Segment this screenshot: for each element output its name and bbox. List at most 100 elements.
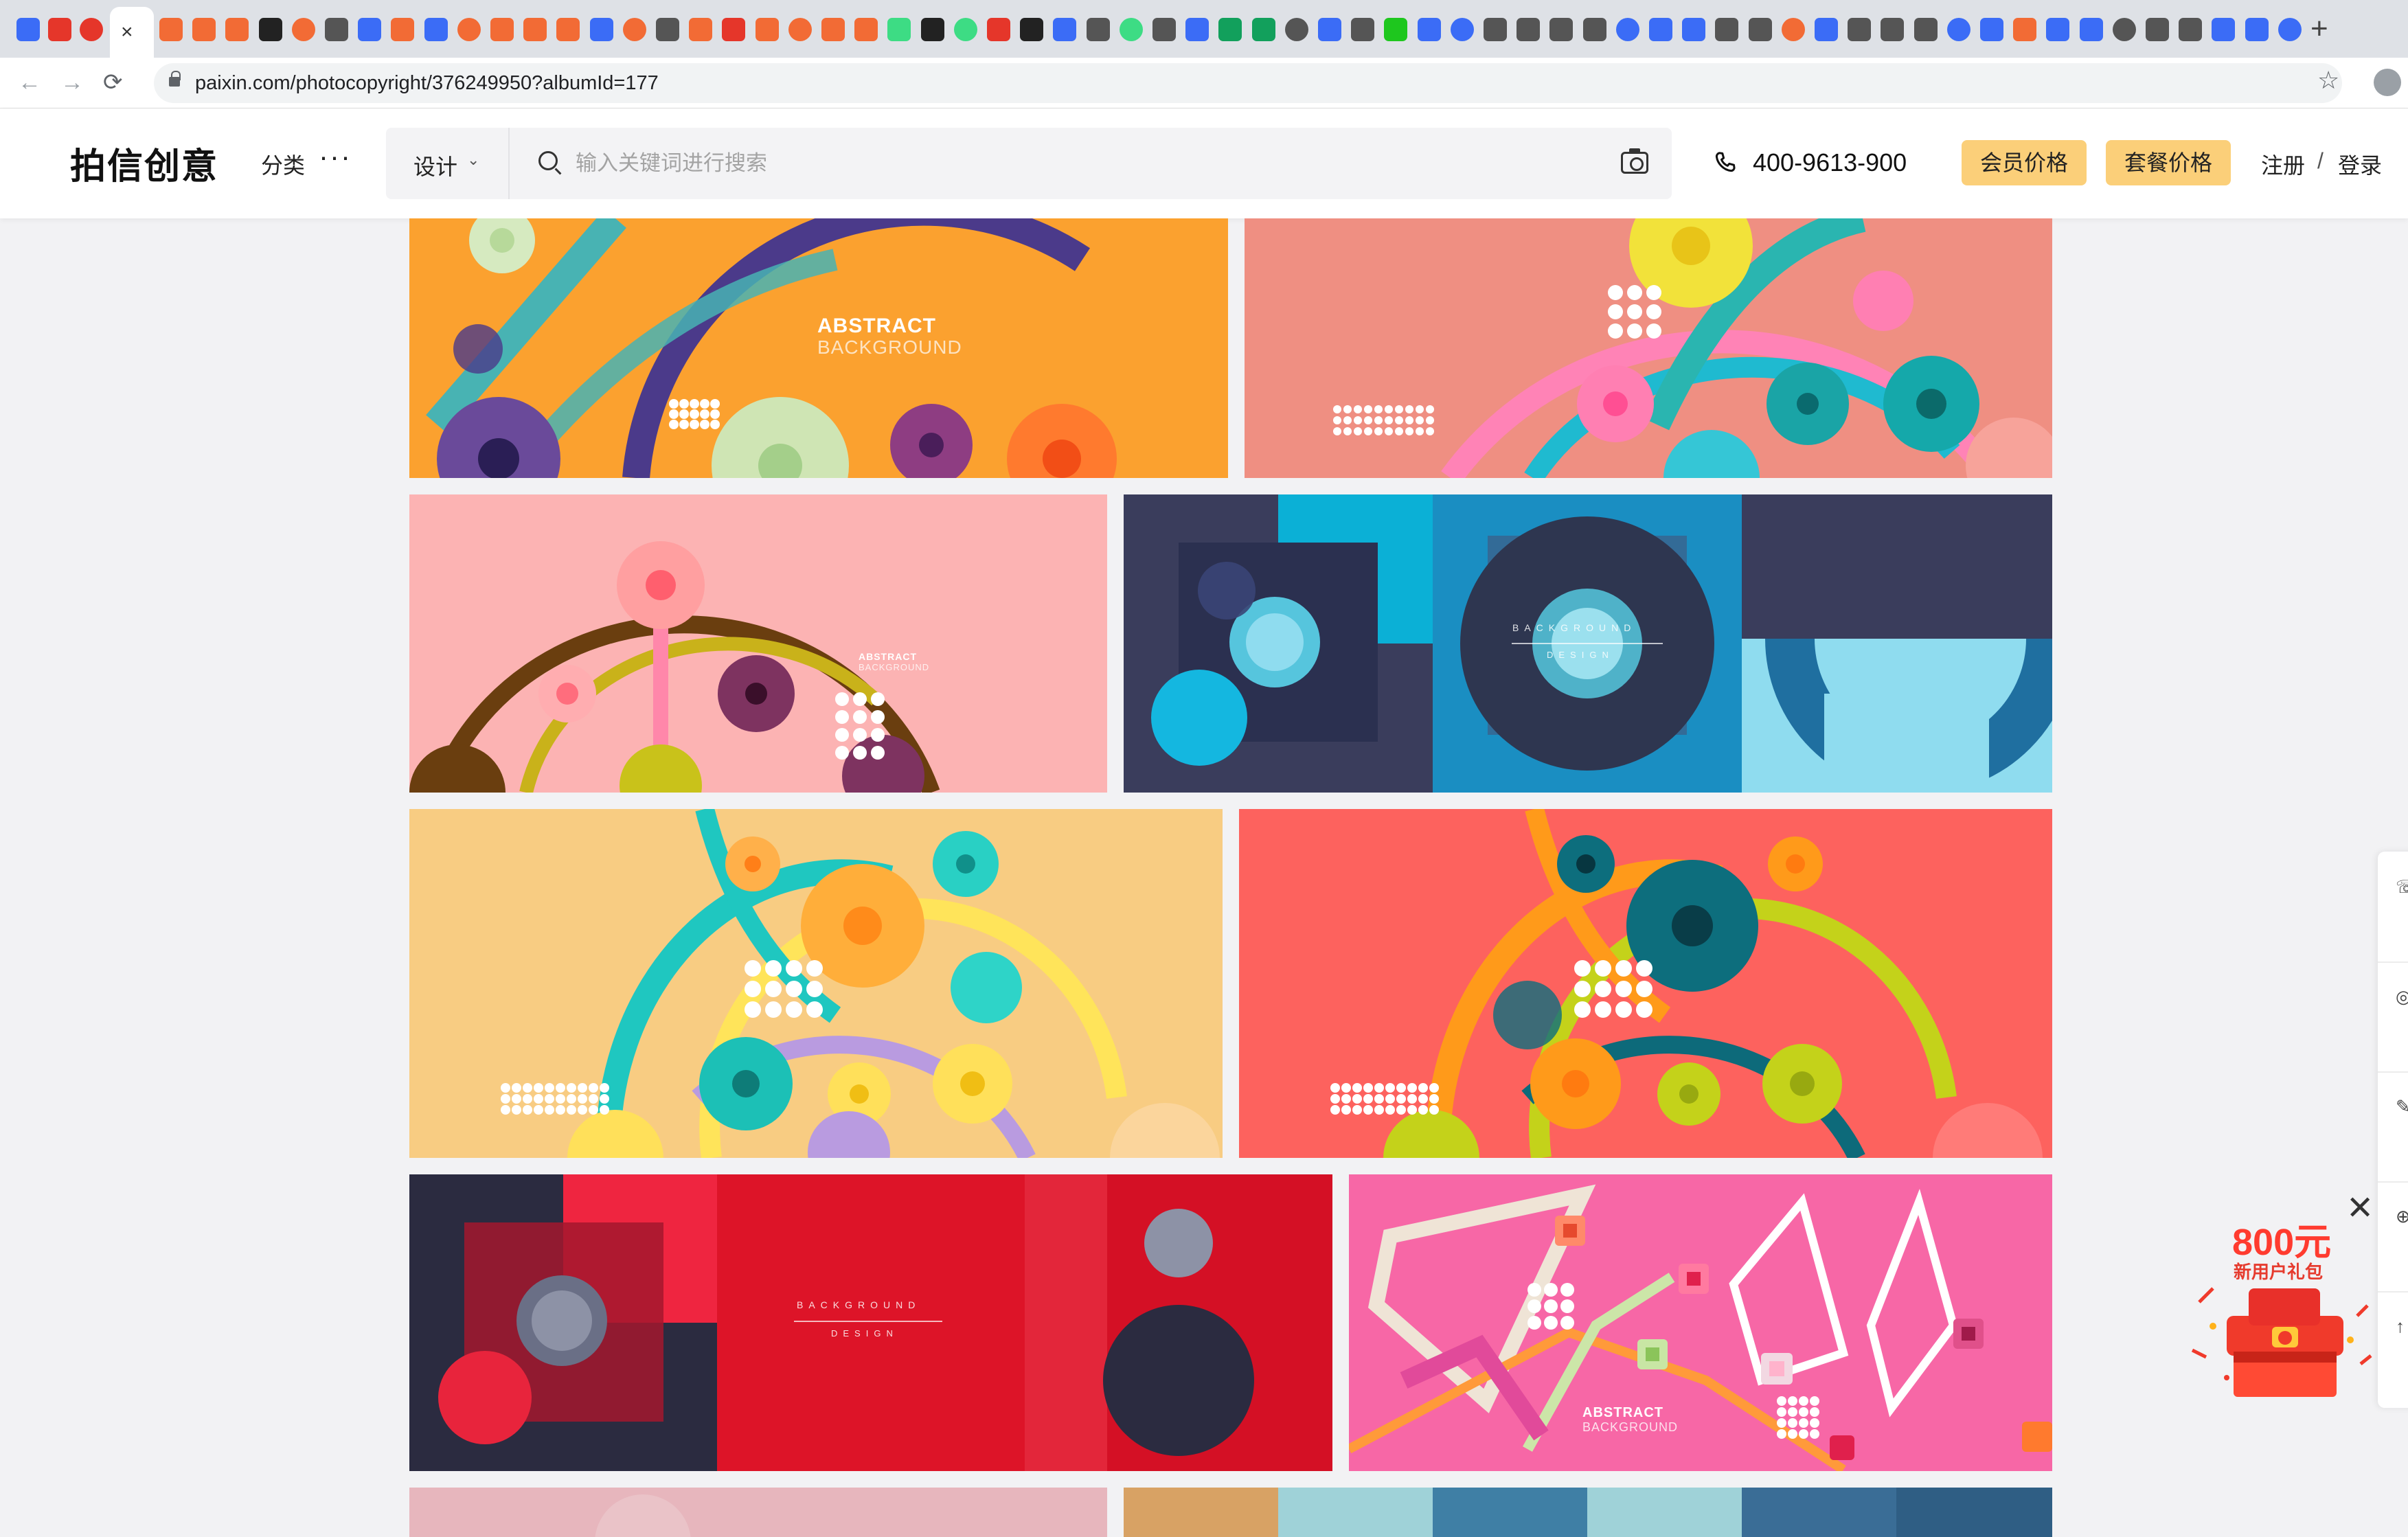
gallery-image[interactable]: ABSTRACT BACKGROUND xyxy=(1349,1174,2052,1471)
tab-favicon-icon[interactable] xyxy=(656,18,679,41)
tab-favicon-icon[interactable] xyxy=(1251,18,1275,41)
tab-favicon-icon[interactable] xyxy=(192,18,216,41)
tab-favicon-icon[interactable] xyxy=(1020,18,1044,41)
tab-favicon-icon[interactable] xyxy=(1715,18,1739,41)
bookmark-star-icon[interactable]: ☆ xyxy=(2317,66,2339,95)
tab-favicon-icon[interactable] xyxy=(622,18,646,41)
tab-favicon-icon[interactable] xyxy=(1218,18,1242,41)
tab-favicon-icon[interactable] xyxy=(1484,18,1507,41)
tab-favicon-icon[interactable] xyxy=(490,18,514,41)
feedback-icon[interactable]: ◎ xyxy=(2396,986,2408,1007)
tab-favicon-icon[interactable] xyxy=(325,18,348,41)
package-price-button[interactable]: 套餐价格 xyxy=(2106,140,2231,185)
tab-favicon-icon[interactable] xyxy=(1946,18,1970,41)
tab-favicon-icon[interactable] xyxy=(755,18,779,41)
tab-favicon-icon[interactable] xyxy=(1615,18,1639,41)
tab-favicon-icon[interactable] xyxy=(987,18,1010,41)
gallery-image[interactable]: BACKGROUND DESIGN xyxy=(409,1174,1332,1471)
search-input[interactable] xyxy=(576,146,1571,181)
address-bar[interactable]: paixin.com/photocopyright/376249950?albu… xyxy=(154,63,2342,103)
forward-icon[interactable]: → xyxy=(60,67,84,98)
tab-favicon-icon[interactable] xyxy=(1185,18,1209,41)
tab-favicon-icon[interactable] xyxy=(291,18,315,41)
tab-favicon-icon[interactable] xyxy=(2079,18,2103,41)
gallery-image[interactable] xyxy=(1245,218,2052,478)
member-price-button[interactable]: 会员价格 xyxy=(1962,140,2087,185)
tab-favicon-icon[interactable] xyxy=(788,18,812,41)
gallery-image[interactable] xyxy=(409,1488,1107,1537)
tab-favicon-icon[interactable] xyxy=(2046,18,2070,41)
tab-favicon-icon[interactable] xyxy=(722,18,746,41)
tab-favicon-icon[interactable] xyxy=(854,18,878,41)
search-type-dropdown[interactable]: 设计 ⌄ xyxy=(386,128,510,199)
tab-favicon-icon[interactable] xyxy=(1582,18,1606,41)
tab-favicon-icon[interactable] xyxy=(589,18,613,41)
tab-favicon-icon[interactable] xyxy=(1450,18,1474,41)
gallery-image[interactable] xyxy=(1124,1488,2052,1537)
tab-favicon-icon[interactable] xyxy=(2245,18,2269,41)
tab-favicon-icon[interactable] xyxy=(1351,18,1375,41)
tab-favicon-icon[interactable] xyxy=(887,18,911,41)
tab-favicon-icon[interactable] xyxy=(1549,18,1574,41)
tab-favicon-icon[interactable] xyxy=(1384,18,1408,41)
tab-favicon-icon[interactable] xyxy=(391,18,415,41)
tab-favicon-icon[interactable] xyxy=(1318,18,1341,41)
reload-icon[interactable]: ⟳ xyxy=(103,67,123,98)
tab-favicon-icon[interactable] xyxy=(48,18,71,41)
tab-favicon-icon[interactable] xyxy=(2212,18,2236,41)
close-icon[interactable]: ✕ xyxy=(2346,1192,2374,1225)
tab-favicon-icon[interactable] xyxy=(80,18,103,41)
camera-search-icon[interactable] xyxy=(1621,148,1648,174)
gallery-image[interactable] xyxy=(409,809,1223,1158)
profile-avatar[interactable] xyxy=(2374,69,2401,96)
tab-favicon-icon[interactable] xyxy=(1881,18,1905,41)
tab-favicon-icon[interactable] xyxy=(1152,18,1176,41)
tab-favicon-icon[interactable] xyxy=(1980,18,2003,41)
tab-favicon-icon[interactable] xyxy=(2013,18,2037,41)
tab-favicon-icon[interactable] xyxy=(556,18,580,41)
tab-favicon-icon[interactable] xyxy=(1913,18,1938,41)
tab-favicon-icon[interactable] xyxy=(953,18,977,41)
tab-favicon-icon[interactable] xyxy=(821,18,845,41)
tab-favicon-icon[interactable] xyxy=(16,18,40,41)
tab-favicon-icon[interactable] xyxy=(159,18,183,41)
gallery-image[interactable]: ABSTRACT BACKGROUND xyxy=(409,218,1228,478)
url-text[interactable]: paixin.com/photocopyright/376249950?albu… xyxy=(195,72,659,95)
tab-favicon-icon[interactable] xyxy=(920,18,944,41)
tab-favicon-icon[interactable] xyxy=(1848,18,1872,41)
tab-favicon-icon[interactable] xyxy=(424,18,448,41)
tab-favicon-icon[interactable] xyxy=(1517,18,1541,41)
tab-favicon-icon[interactable] xyxy=(1086,18,1110,41)
tab-favicon-icon[interactable] xyxy=(1417,18,1441,41)
gallery-image[interactable]: ABSTRACT BACKGROUND xyxy=(409,494,1107,793)
more-menu-icon[interactable]: ··· xyxy=(319,140,352,173)
back-icon[interactable]: ← xyxy=(18,67,41,98)
tab-favicon-icon[interactable] xyxy=(2146,18,2169,41)
tab-favicon-icon[interactable] xyxy=(358,18,382,41)
tab-favicon-icon[interactable] xyxy=(1781,18,1805,41)
site-logo[interactable]: 拍信创意 xyxy=(70,137,218,189)
tab-favicon-icon[interactable] xyxy=(1649,18,1672,41)
close-tab-icon[interactable]: × xyxy=(121,22,133,43)
tab-favicon-icon[interactable] xyxy=(2112,18,2136,41)
tab-favicon-icon[interactable] xyxy=(1748,18,1772,41)
tab-favicon-icon[interactable] xyxy=(1053,18,1077,41)
register-link[interactable]: 注册 xyxy=(2261,148,2305,180)
new-user-promo[interactable]: ✕ 800元 新用户礼包 xyxy=(2185,1192,2378,1398)
service-icon[interactable]: ☏ xyxy=(2396,876,2408,898)
back-to-top-icon[interactable]: ↑ xyxy=(2396,1316,2405,1337)
tab-favicon-icon[interactable] xyxy=(2278,18,2302,41)
tab-favicon-icon[interactable] xyxy=(1119,18,1143,41)
tab-favicon-icon[interactable] xyxy=(2179,18,2203,41)
tab-favicon-icon[interactable] xyxy=(225,18,249,41)
tab-favicon-icon[interactable] xyxy=(1682,18,1706,41)
active-tab[interactable]: × xyxy=(110,7,154,58)
tab-favicon-icon[interactable] xyxy=(457,18,481,41)
chat-icon[interactable]: ✎ xyxy=(2396,1096,2408,1117)
login-link[interactable]: 登录 xyxy=(2338,148,2382,180)
tab-favicon-icon[interactable] xyxy=(1284,18,1308,41)
tab-favicon-icon[interactable] xyxy=(1815,18,1838,41)
cart-icon[interactable]: ⊕ xyxy=(2396,1206,2408,1227)
gallery-image[interactable]: BACKGROUND DESIGN xyxy=(1124,494,2052,793)
tab-favicon-icon[interactable] xyxy=(523,18,547,41)
